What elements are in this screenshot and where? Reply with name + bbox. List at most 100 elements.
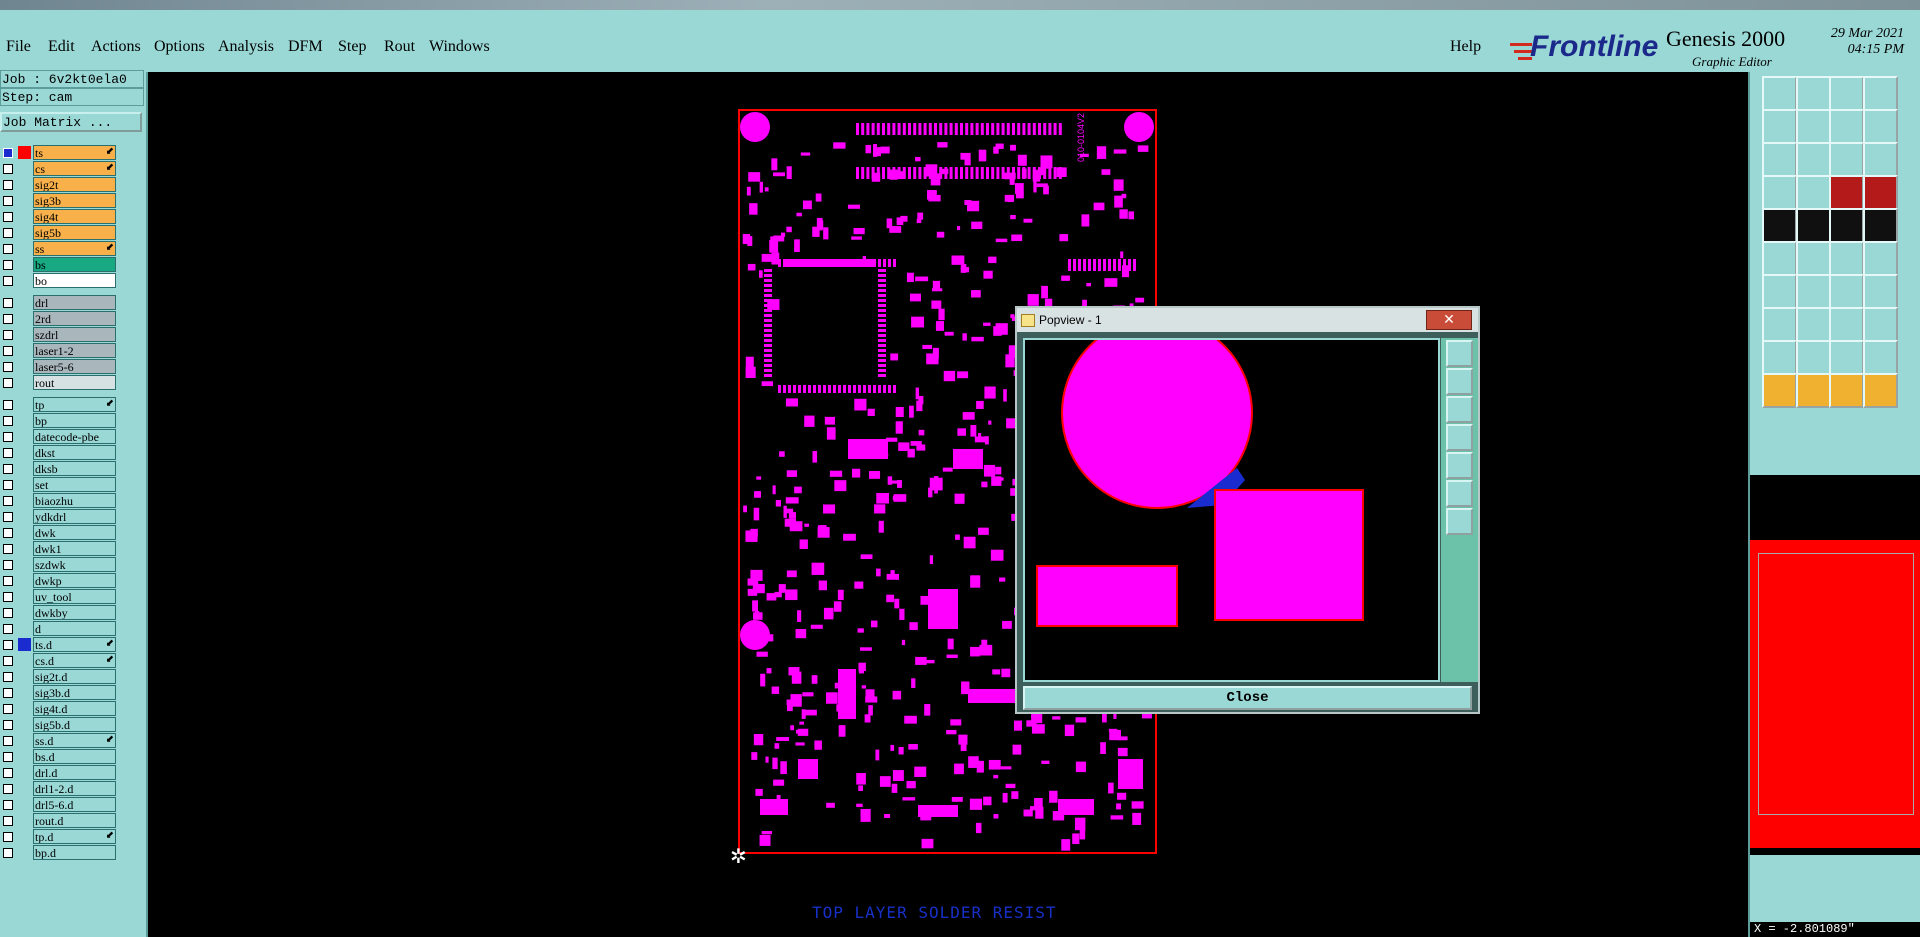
layer-name[interactable]: tp	[33, 397, 116, 412]
layer-row[interactable]: rout.d	[0, 813, 118, 829]
text-a3-icon[interactable]	[1829, 340, 1864, 375]
layer-checkbox[interactable]	[3, 314, 13, 324]
overview-viewport[interactable]	[1758, 553, 1914, 815]
layer-name[interactable]: dwk1	[33, 541, 116, 556]
pointer-add-icon[interactable]	[1795, 373, 1831, 408]
filter-icon[interactable]	[1862, 175, 1898, 210]
zoom-fit-icon[interactable]	[1762, 142, 1797, 177]
ruler-icon[interactable]	[1829, 208, 1864, 243]
menu-actions[interactable]: Actions	[91, 38, 141, 56]
menu-analysis[interactable]: Analysis	[218, 38, 274, 56]
layer-checkbox[interactable]	[3, 688, 13, 698]
layer-checkbox[interactable]	[3, 640, 13, 650]
layer-name[interactable]: rout	[33, 375, 116, 390]
zoom-area-icon[interactable]	[1795, 142, 1831, 177]
layer-checkbox[interactable]	[3, 512, 13, 522]
layer-row[interactable]: drl.d	[0, 765, 118, 781]
undo-icon[interactable]	[1829, 109, 1864, 144]
layer-checkbox[interactable]	[3, 228, 13, 238]
pointer-path-icon[interactable]	[1862, 373, 1898, 408]
layer-name[interactable]: uv_tool	[33, 589, 116, 604]
layer-row[interactable]: drl	[0, 295, 118, 311]
layer-checkbox[interactable]	[3, 592, 13, 602]
snap-icon[interactable]	[1795, 175, 1831, 210]
line-node-icon[interactable]	[1829, 241, 1864, 276]
layer-name[interactable]: sig4t	[33, 209, 116, 224]
layer-checkbox[interactable]	[3, 544, 13, 554]
layer-checkbox[interactable]	[3, 180, 13, 190]
center-icon[interactable]	[1446, 508, 1473, 535]
layer-checkbox[interactable]	[3, 378, 13, 388]
layer-name[interactable]: bp	[33, 413, 116, 428]
layer-checkbox[interactable]	[3, 624, 13, 634]
layer-name[interactable]: 2rd	[33, 311, 116, 326]
layer-name[interactable]: dwkby	[33, 605, 116, 620]
menu-help[interactable]: Help	[1450, 38, 1481, 56]
layer-checkbox[interactable]	[3, 752, 13, 762]
layer-row[interactable]: drl5-6.d	[0, 797, 118, 813]
layer-checkbox[interactable]	[3, 816, 13, 826]
layer-name[interactable]: ss.d	[33, 733, 116, 748]
menu-options[interactable]: Options	[154, 38, 205, 56]
layer-name[interactable]: dwkp	[33, 573, 116, 588]
layer-name[interactable]: biaozhu	[33, 493, 116, 508]
dot-icon[interactable]	[1862, 208, 1898, 243]
pointer-set-icon[interactable]	[1829, 373, 1864, 408]
layer-name[interactable]: datecode-pbe	[33, 429, 116, 444]
layer-name[interactable]: dksb	[33, 461, 116, 476]
zoom-home-icon[interactable]	[1446, 340, 1473, 367]
layer-row[interactable]: tp.d ⬋	[0, 829, 118, 845]
grid-icon[interactable]	[1762, 307, 1797, 342]
layer-name[interactable]: dwk	[33, 525, 116, 540]
layer-row[interactable]: sig4t	[0, 209, 118, 225]
layer-row[interactable]: dwk1	[0, 541, 118, 557]
layer-checkbox[interactable]	[3, 464, 13, 474]
home-icon[interactable]	[1829, 76, 1864, 111]
layer-name[interactable]: laser5-6	[33, 359, 116, 374]
popview-close-button[interactable]: Close	[1023, 686, 1472, 710]
layer-row[interactable]: sig3b	[0, 193, 118, 209]
layer-row[interactable]: laser1-2	[0, 343, 118, 359]
layer-checkbox[interactable]	[3, 448, 13, 458]
layer-checkbox[interactable]	[3, 736, 13, 746]
layer-row[interactable]: ts.d ⬋	[0, 637, 118, 653]
layer-checkbox[interactable]	[3, 432, 13, 442]
layer-name[interactable]: ts.d	[33, 637, 116, 652]
layer-checkbox[interactable]	[3, 672, 13, 682]
layer-name[interactable]: rout.d	[33, 813, 116, 828]
overview-panel[interactable]	[1750, 475, 1920, 855]
layer-row[interactable]: datecode-pbe	[0, 429, 118, 445]
arc-icon[interactable]	[1829, 274, 1864, 309]
layer-checkbox[interactable]	[3, 496, 13, 506]
flag-icon[interactable]	[1862, 274, 1898, 309]
menu-dfm[interactable]: DFM	[288, 38, 323, 56]
menu-step[interactable]: Step	[338, 38, 366, 56]
layer-name[interactable]: bs.d	[33, 749, 116, 764]
layer-checkbox[interactable]	[3, 576, 13, 586]
layer-row[interactable]: dksb	[0, 461, 118, 477]
menu-rout[interactable]: Rout	[384, 38, 415, 56]
layer-row[interactable]: dwkby	[0, 605, 118, 621]
layer-checkbox[interactable]	[3, 196, 13, 206]
layer-checkbox[interactable]	[3, 244, 13, 254]
layer-name[interactable]: dkst	[33, 445, 116, 460]
layer-checkbox[interactable]	[3, 800, 13, 810]
layer-name[interactable]: ss	[33, 241, 116, 256]
layer-row[interactable]: szdwk	[0, 557, 118, 573]
layer-row[interactable]: set	[0, 477, 118, 493]
layer-name[interactable]: sig5b.d	[33, 717, 116, 732]
layer-row[interactable]: cs ⬋	[0, 161, 118, 177]
layer-row[interactable]: sig3b.d	[0, 685, 118, 701]
layer-checkbox[interactable]	[3, 480, 13, 490]
layer-row[interactable]: ydkdrl	[0, 509, 118, 525]
layer-checkbox[interactable]	[3, 832, 13, 842]
layer-row[interactable]: szdrl	[0, 327, 118, 343]
layer-name[interactable]: bs	[33, 257, 116, 272]
pan-left-icon[interactable]	[1446, 424, 1473, 451]
layer-row[interactable]: sig5b.d	[0, 717, 118, 733]
layer-row[interactable]: sig2t.d	[0, 669, 118, 685]
angle-icon[interactable]	[1762, 274, 1797, 309]
layer-checkbox[interactable]	[3, 656, 13, 666]
text-a4-icon[interactable]	[1862, 340, 1898, 375]
layer-row[interactable]: laser5-6	[0, 359, 118, 375]
